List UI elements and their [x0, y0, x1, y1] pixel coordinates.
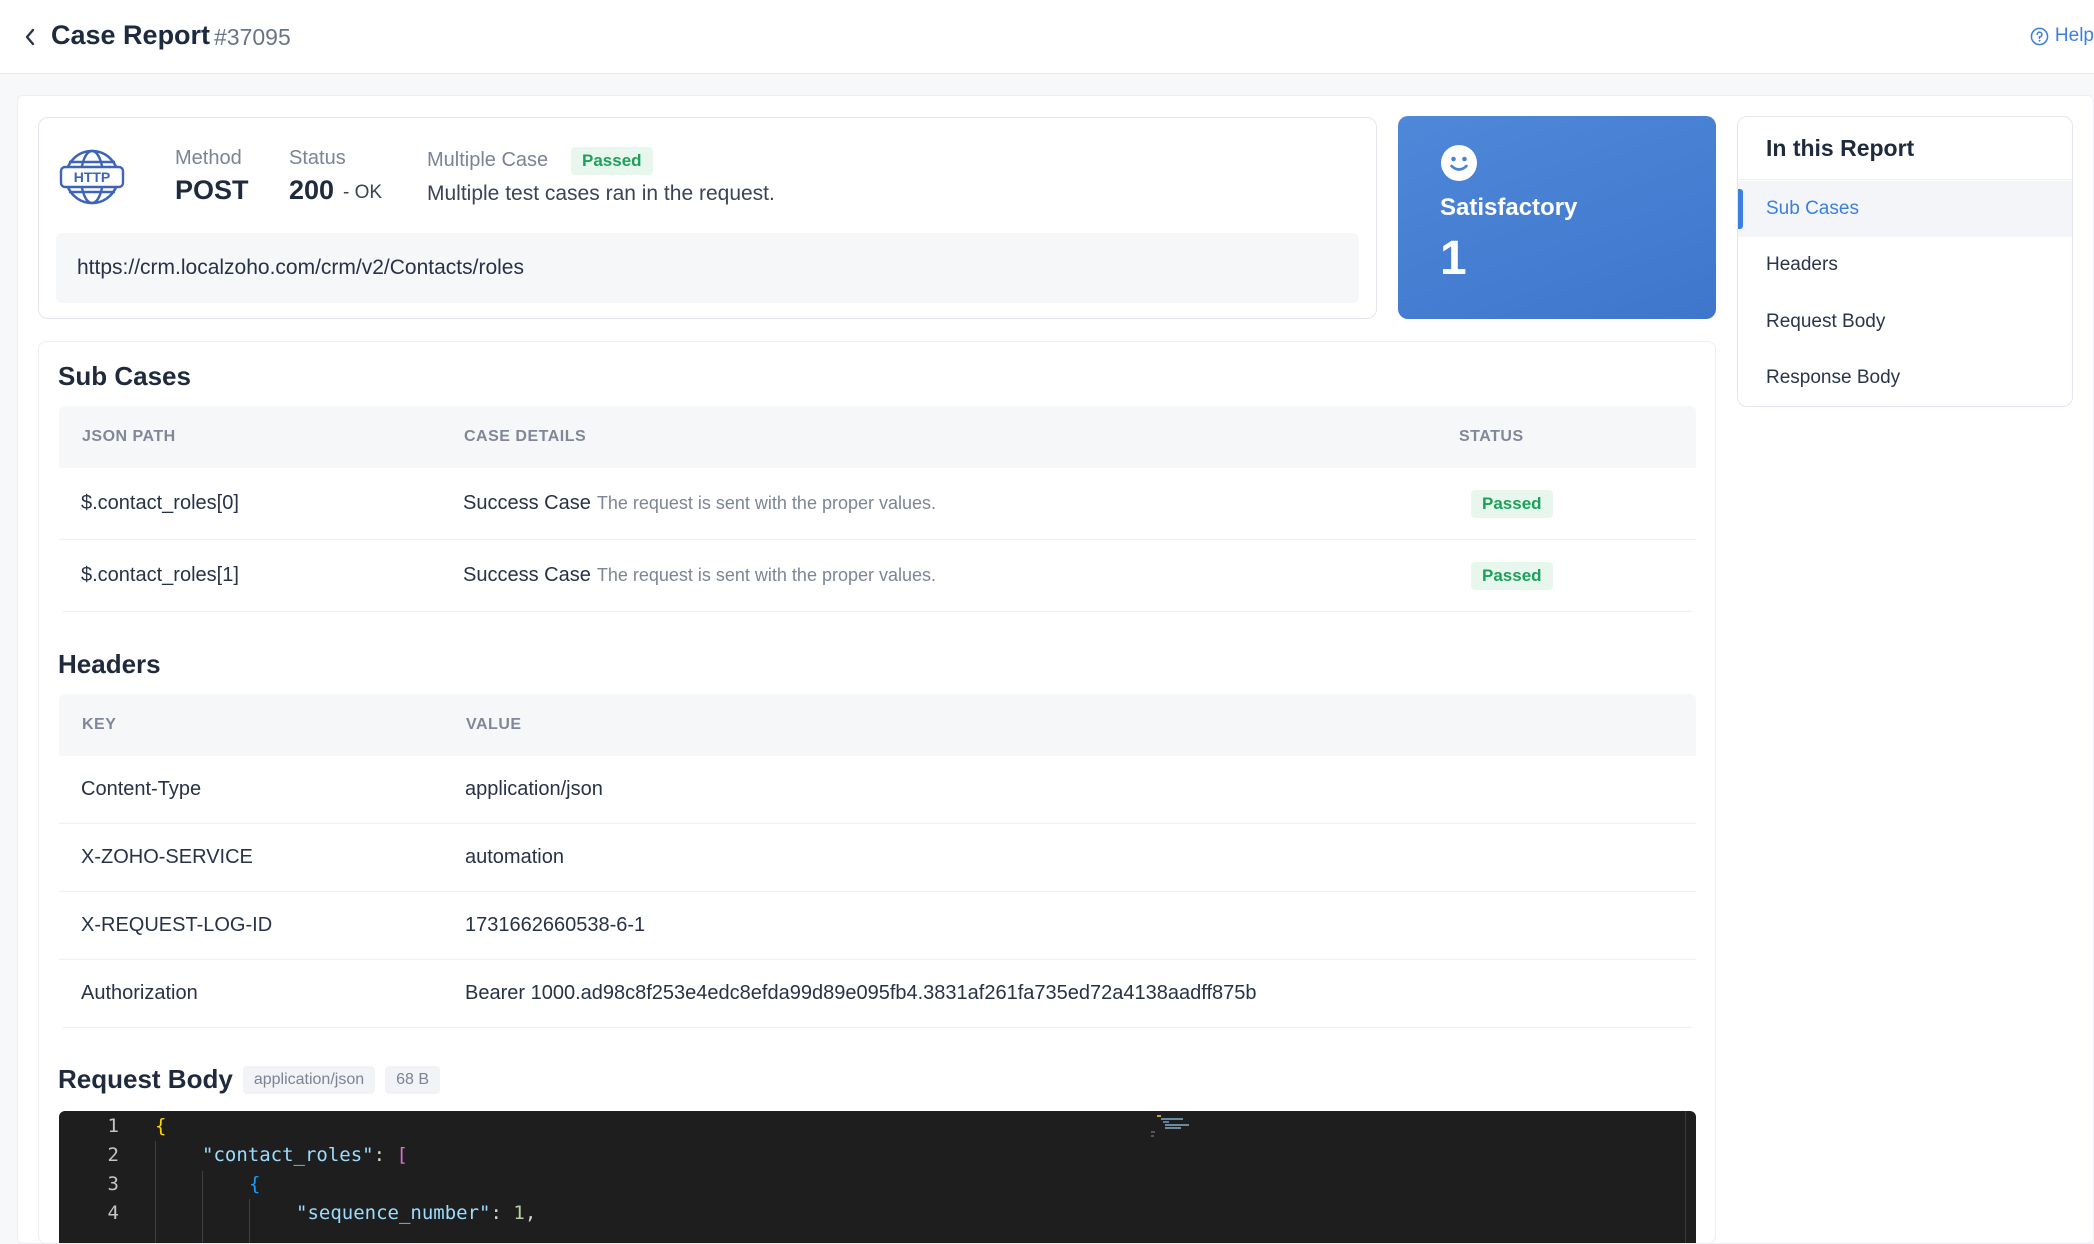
case-name: Success Case: [463, 492, 591, 514]
line-number: 4: [107, 1201, 119, 1224]
table-header: KEY VALUE: [59, 694, 1696, 756]
back-button[interactable]: [20, 24, 40, 50]
line-number: 3: [107, 1172, 119, 1195]
column-header: JSON PATH: [82, 428, 176, 445]
code-text: "contact_roles": [: [202, 1144, 408, 1166]
score-title: Satisfactory: [1440, 194, 1578, 221]
table-row: Content-Type application/json: [59, 756, 1696, 824]
status-cell: Passed: [1471, 468, 1553, 539]
status-cell: Passed: [1471, 540, 1553, 611]
table-row: X-ZOHO-SERVICE automation: [59, 824, 1696, 892]
case-details: Success Case The request is sent with th…: [463, 468, 936, 539]
headers-title: Headers: [58, 649, 161, 679]
line-number: 1: [107, 1114, 119, 1137]
request-body-heading: Request Body application/json 68 B: [58, 1064, 441, 1095]
code-line: 2 "contact_roles": [: [59, 1140, 1696, 1169]
json-path: $.contact_roles[1]: [81, 564, 239, 586]
code-line: 1 {: [59, 1111, 1696, 1140]
method-label: Method: [175, 147, 242, 169]
json-bracket: [: [396, 1143, 408, 1166]
status-code: 200: [289, 175, 335, 205]
smiley-icon: [1441, 145, 1477, 181]
line-number: 2: [107, 1143, 119, 1166]
column-header: VALUE: [466, 716, 522, 733]
http-globe-icon: HTTP: [59, 149, 125, 205]
sub-cases-title: Sub Cases: [58, 361, 191, 391]
header-value: automation: [465, 846, 564, 868]
case-description: The request is sent with the proper valu…: [596, 493, 937, 513]
code-minimap[interactable]: [1149, 1113, 1195, 1141]
request-body-editor[interactable]: 1 { 2 "contact_roles": [ 3 { 4 "sequence…: [59, 1111, 1696, 1243]
report-nav-item-sub-cases[interactable]: Sub Cases: [1738, 181, 2072, 237]
request-url[interactable]: https://crm.localzoho.com/crm/v2/Contact…: [56, 233, 1359, 303]
multiple-case-description: Multiple test cases ran in the request.: [427, 182, 775, 205]
status-badge: Passed: [1471, 561, 1553, 590]
case-details: Success Case The request is sent with th…: [463, 540, 936, 611]
code-text: {: [249, 1172, 261, 1195]
column-header: STATUS: [1459, 428, 1524, 445]
json-punct: :: [373, 1143, 397, 1166]
svg-text:HTTP: HTTP: [74, 169, 111, 185]
help-circle-icon: [2030, 27, 2049, 45]
json-number: 1: [513, 1201, 525, 1224]
multiple-case-label: Multiple Case: [427, 149, 549, 171]
case-id: #37095: [214, 24, 291, 50]
scrollbar-track[interactable]: [1685, 1111, 1686, 1243]
help-link[interactable]: Help: [2030, 25, 2094, 47]
divider: [1738, 179, 2072, 180]
score-value: 1: [1440, 232, 1467, 285]
json-key: "sequence_number": [296, 1201, 491, 1224]
chevron-left-icon: [25, 28, 35, 46]
multiple-case-badge-wrap: Passed: [571, 147, 653, 175]
table-row: $.contact_roles[0] Success Case The requ…: [59, 468, 1696, 540]
content-type-chip: application/json: [242, 1065, 376, 1094]
header-value: application/json: [465, 778, 603, 800]
score-card: Satisfactory 1: [1398, 116, 1716, 319]
header-value: Bearer 1000.ad98c8f253e4edc8efda99d89e09…: [465, 982, 1257, 1004]
json-key: "contact_roles": [202, 1143, 374, 1166]
size-chip: 68 B: [385, 1065, 441, 1094]
code-line: 4 "sequence_number": 1,: [59, 1198, 1696, 1227]
report-nav-item-response-body[interactable]: Response Body: [1738, 350, 2072, 406]
request-body-title: Request Body: [58, 1064, 233, 1094]
headers-table: KEY VALUE Content-Type application/json …: [59, 694, 1696, 1028]
report-nav-title: In this Report: [1766, 135, 1915, 161]
status-label: Status: [289, 147, 346, 169]
request-summary-card: HTTP Method POST Status 200 - OK Multipl…: [38, 117, 1377, 319]
code-text: "sequence_number": 1,: [296, 1202, 536, 1224]
page-title: Case Report: [51, 20, 211, 50]
report-nav-item-request-body[interactable]: Request Body: [1738, 294, 2072, 350]
table-row: $.contact_roles[1] Success Case The requ…: [59, 540, 1696, 612]
sub-cases-table: JSON PATH CASE DETAILS STATUS $.contact_…: [59, 406, 1696, 612]
column-header: KEY: [82, 716, 117, 733]
table-row: Authorization Bearer 1000.ad98c8f253e4ed…: [59, 960, 1696, 1028]
json-punct: :: [490, 1201, 514, 1224]
json-punct: ,: [524, 1201, 537, 1224]
status-badge: Passed: [571, 147, 653, 175]
top-bar: Case Report #37095 Help: [0, 0, 2094, 74]
column-header: CASE DETAILS: [464, 428, 587, 445]
report-content: Sub Cases JSON PATH CASE DETAILS STATUS …: [38, 341, 1716, 1244]
json-path: $.contact_roles[0]: [81, 492, 239, 514]
table-row: X-REQUEST-LOG-ID 1731662660538-6-1: [59, 892, 1696, 960]
header-key: Content-Type: [81, 778, 202, 800]
header-key: X-ZOHO-SERVICE: [81, 846, 253, 868]
status-badge: Passed: [1471, 489, 1553, 518]
report-nav-item-headers[interactable]: Headers: [1738, 237, 2072, 293]
header-value: 1731662660538-6-1: [465, 914, 646, 936]
table-header: JSON PATH CASE DETAILS STATUS: [59, 406, 1696, 468]
status-text: - OK: [343, 182, 383, 203]
code-line: 3 {: [59, 1169, 1696, 1198]
help-label: Help: [2054, 25, 2094, 46]
header-key: X-REQUEST-LOG-ID: [81, 914, 273, 936]
case-description: The request is sent with the proper valu…: [596, 565, 937, 585]
report-nav: In this Report Sub Cases Headers Request…: [1737, 116, 2073, 407]
code-text: {: [155, 1114, 167, 1137]
case-name: Success Case: [463, 564, 591, 586]
method-value: POST: [175, 175, 249, 205]
header-key: Authorization: [81, 982, 198, 1004]
